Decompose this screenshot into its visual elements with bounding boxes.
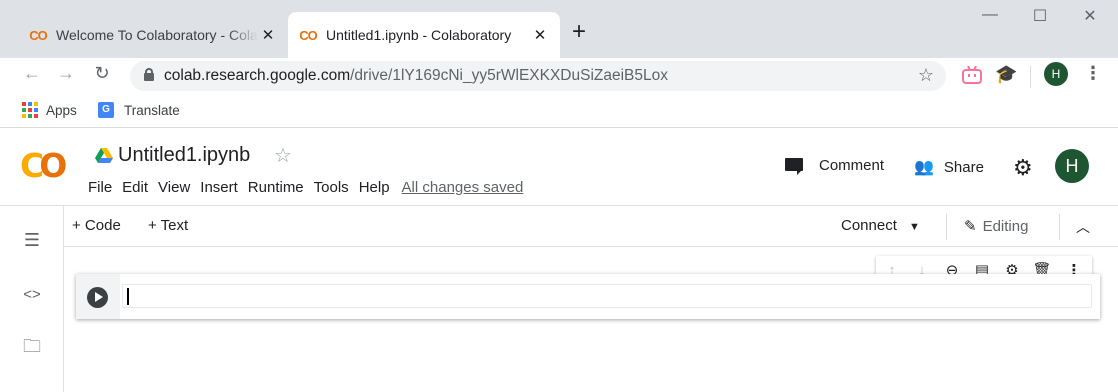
forward-arrow-icon[interactable]: → — [54, 63, 78, 84]
star-icon[interactable]: ☆ — [274, 143, 292, 168]
settings-gear-icon[interactable]: ⚙ — [1013, 157, 1033, 179]
share-button[interactable]: 👥 Share — [914, 157, 984, 177]
bookmark-translate[interactable]: G Translate — [98, 102, 180, 118]
comment-icon — [785, 157, 803, 175]
toolbar-separator — [1030, 66, 1031, 88]
cell-gutter — [76, 274, 120, 319]
menu-edit[interactable]: Edit — [122, 179, 148, 196]
people-icon: 👥 — [914, 159, 934, 176]
notebook-toolbar: + Code + Text Connect ▼ ✎ Editing ︿ — [64, 206, 1118, 247]
bilibili-extension-icon[interactable] — [962, 66, 982, 84]
browser-menu-icon[interactable]: ⋮ — [1084, 63, 1102, 84]
back-arrow-icon[interactable]: ← — [20, 63, 44, 84]
bookmark-apps[interactable]: Apps — [22, 102, 77, 118]
colab-header: CO Untitled1.ipynb ☆ File Edit View Inse… — [0, 128, 1118, 206]
code-snippets-icon[interactable]: <> — [20, 286, 44, 303]
browser-toolbar: ← → ↻ colab.research.google.com/drive/1l… — [0, 58, 1118, 94]
url-text: colab.research.google.com/drive/1lY169cN… — [164, 67, 668, 84]
graduation-cap-extension-icon[interactable]: 🎓 — [995, 64, 1017, 85]
toolbar-separator — [946, 214, 947, 240]
code-cell[interactable] — [76, 274, 1100, 319]
menu-file[interactable]: File — [88, 179, 112, 196]
comment-label: Comment — [819, 157, 885, 174]
apps-grid-icon — [22, 102, 38, 118]
left-sidebar: ☰ <> 🗀 — [0, 206, 64, 392]
folder-icon[interactable]: 🗀 — [20, 334, 44, 364]
browser-profile-avatar[interactable]: H — [1044, 62, 1068, 86]
reload-icon[interactable]: ↻ — [90, 63, 114, 84]
connect-button[interactable]: Connect ▼ — [841, 217, 920, 234]
close-window-icon[interactable]: ✕ — [1070, 6, 1110, 26]
add-text-button[interactable]: + Text — [148, 217, 188, 234]
menu-tools[interactable]: Tools — [314, 179, 349, 196]
menu-bar: File Edit View Insert Runtime Tools Help… — [88, 179, 533, 196]
table-of-contents-icon[interactable]: ☰ — [20, 230, 44, 251]
menu-help[interactable]: Help — [359, 179, 390, 196]
notebook-title[interactable]: Untitled1.ipynb — [118, 144, 250, 167]
bookmark-label: Apps — [46, 102, 77, 118]
editing-mode-button[interactable]: ✎ Editing — [964, 217, 1028, 235]
colab-logo[interactable]: CO — [20, 146, 67, 185]
bookmark-star-icon[interactable]: ☆ — [918, 65, 934, 86]
address-bar[interactable]: colab.research.google.com/drive/1lY169cN… — [130, 61, 946, 91]
pencil-icon: ✎ — [964, 218, 977, 235]
google-translate-icon: G — [98, 102, 114, 118]
colab-logo-icon: CO — [29, 27, 48, 43]
collapse-header-chevron-icon[interactable]: ︿ — [1076, 217, 1090, 237]
maximize-window-icon[interactable]: ☐ — [1020, 6, 1060, 26]
browser-tab-welcome[interactable]: CO Welcome To Colaboratory - Colaborator… — [18, 12, 288, 58]
menu-insert[interactable]: Insert — [200, 179, 238, 196]
bookmarks-bar: Apps G Translate — [0, 94, 1118, 128]
text-cursor — [127, 288, 129, 305]
dropdown-arrow-icon: ▼ — [909, 221, 920, 233]
menu-view[interactable]: View — [158, 179, 190, 196]
comment-button[interactable]: Comment — [785, 157, 885, 175]
add-code-button[interactable]: + Code — [72, 217, 121, 234]
tab-close-icon[interactable]: ✕ — [530, 26, 550, 44]
tab-title: Welcome To Colaboratory - Colaboratory — [56, 27, 258, 43]
code-editor[interactable] — [122, 284, 1092, 308]
new-tab-button[interactable]: + — [572, 20, 586, 44]
browser-tab-strip: CO Welcome To Colaboratory - Colaborator… — [0, 0, 1118, 58]
menu-runtime[interactable]: Runtime — [248, 179, 304, 196]
user-avatar[interactable]: H — [1055, 149, 1089, 183]
editing-label: Editing — [982, 218, 1029, 235]
toolbar-separator — [1059, 214, 1060, 240]
run-cell-play-icon[interactable] — [87, 287, 108, 308]
save-status-link[interactable]: All changes saved — [402, 179, 524, 196]
bookmark-label: Translate — [124, 102, 180, 118]
connect-label: Connect — [841, 217, 897, 234]
google-drive-icon[interactable] — [95, 148, 113, 164]
share-label: Share — [943, 158, 984, 176]
minimize-window-icon[interactable]: — — [970, 6, 1010, 24]
tab-close-icon[interactable]: ✕ — [258, 26, 278, 44]
tab-title: Untitled1.ipynb - Colaboratory — [326, 27, 512, 43]
lock-icon — [144, 68, 154, 81]
browser-tab-untitled1[interactable]: CO Untitled1.ipynb - Colaboratory ✕ — [288, 12, 560, 58]
colab-logo-icon: CO — [299, 27, 318, 43]
